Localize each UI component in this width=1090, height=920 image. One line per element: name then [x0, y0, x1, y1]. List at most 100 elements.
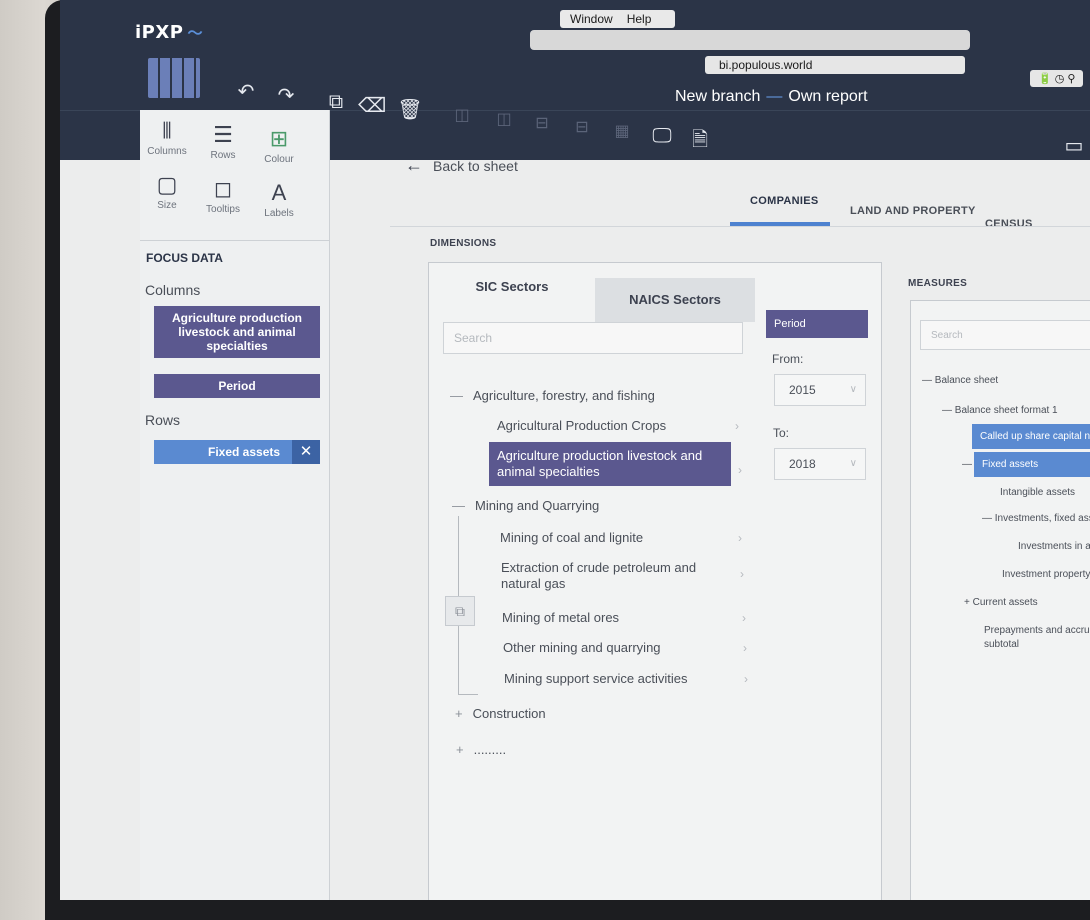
dimensions-label: DIMENSIONS — [430, 238, 497, 249]
measure-intangible-assets[interactable]: Intangible assets — [1000, 486, 1075, 499]
dimensions-search-input[interactable]: Search — [443, 322, 743, 354]
columns-section-label: Columns — [145, 282, 201, 298]
rows-section-label: Rows — [145, 412, 181, 428]
colour-icon: ⊞ — [269, 126, 289, 151]
row-chip-fixed-assets[interactable]: Fixed assets ✕ — [154, 440, 320, 464]
to-year-select[interactable]: 2018 ∨ — [774, 448, 866, 480]
tree-item-coal[interactable]: Mining of coal and lignite › — [500, 530, 750, 546]
tab-naics-sectors[interactable]: NAICS Sectors — [595, 278, 755, 322]
app-logo[interactable]: iPXP 〜 — [135, 22, 203, 43]
size-icon: ▢ — [156, 172, 178, 197]
menu-window[interactable]: Window — [570, 12, 613, 26]
chevron-right-icon: › — [743, 641, 747, 655]
from-label: From: — [772, 352, 804, 366]
tooltips-icon: ◻ — [213, 176, 233, 201]
tree-item-livestock-selected[interactable]: Agriculture production livestock and ani… — [489, 442, 731, 486]
measure-investments-fixed[interactable]: — Investments, fixed assets — [982, 512, 1090, 525]
undo-icon[interactable]: ↶ — [232, 78, 260, 106]
grid-app-icon[interactable] — [148, 58, 200, 98]
tab-census[interactable]: CENSUS — [985, 218, 1033, 230]
collapse-icon[interactable]: — — [982, 513, 992, 524]
collapse-icon[interactable]: — — [922, 375, 932, 386]
address-bar[interactable]: bi.populous.world — [705, 56, 965, 74]
period-button[interactable]: Period — [766, 310, 868, 338]
chevron-down-icon: ∨ — [849, 384, 857, 395]
collapse-icon[interactable]: — — [962, 458, 972, 471]
tree-item-agriculture[interactable]: — Agriculture, forestry, and fishing — [450, 388, 655, 404]
from-year-select[interactable]: 2015 ∨ — [774, 374, 866, 406]
columns-icon: ⦀ — [162, 118, 172, 143]
duplicate-icon[interactable]: ⧉ — [445, 596, 475, 626]
tree-item-other-mining[interactable]: Other mining and quarrying › — [503, 640, 753, 656]
chevron-right-icon: › — [738, 531, 742, 545]
eraser-icon[interactable]: ⌫ — [358, 92, 386, 120]
tree-item-mining-support[interactable]: Mining support service activities › — [504, 671, 754, 687]
collapse-icon[interactable]: — — [450, 388, 463, 403]
measure-subtotal[interactable]: subtotal — [984, 638, 1019, 651]
measures-label: MEASURES — [908, 278, 968, 289]
layout-top-icon[interactable]: ⊟ — [528, 110, 556, 138]
tab-land-and-property[interactable]: LAND AND PROPERTY — [850, 205, 976, 217]
measure-investments-associates[interactable]: Investments in associates and joint — [1018, 540, 1090, 553]
column-chip-period[interactable]: Period — [154, 374, 320, 398]
layout-bottom-icon[interactable]: ⊟ — [568, 114, 596, 142]
measure-fixed-assets-selected[interactable]: Fixed assets — [974, 452, 1090, 477]
tree-item-mining[interactable]: — Mining and Quarrying — [452, 498, 599, 514]
focus-data-heading: FOCUS DATA — [140, 240, 330, 265]
folder-icon[interactable]: ▭ — [1060, 132, 1088, 160]
rows-icon: ☰ — [213, 122, 233, 147]
tree-item-crops[interactable]: Agricultural Production Crops › — [497, 418, 747, 434]
delete-icon[interactable]: 🗑 — [396, 96, 424, 124]
back-to-sheet-link[interactable]: ← Back to sheet — [405, 155, 518, 176]
expand-icon[interactable]: + — [456, 742, 464, 757]
tree-item-metal-ores[interactable]: Mining of metal ores › — [502, 610, 752, 626]
measure-current-assets[interactable]: + Current assets — [964, 596, 1038, 609]
browser-tab-strip — [530, 30, 970, 50]
tree-item-construction[interactable]: + Construction — [455, 706, 546, 722]
expand-icon[interactable]: + — [455, 706, 463, 721]
measure-investment-property[interactable]: Investment property — [1002, 568, 1090, 581]
remove-chip-icon[interactable]: ✕ — [292, 440, 320, 464]
menu-help[interactable]: Help — [627, 12, 652, 26]
arrow-left-icon: ← — [405, 155, 423, 175]
tree-connector — [458, 694, 478, 695]
document-settings-icon[interactable]: 🗎 — [686, 126, 714, 154]
title-dash: — — [766, 88, 783, 105]
sparkline-icon: 〜 — [187, 24, 203, 42]
labels-icon: A — [271, 180, 287, 205]
collapse-icon[interactable]: — — [942, 405, 952, 416]
redo-icon[interactable]: ↷ — [272, 82, 300, 110]
tab-companies[interactable]: COMPANIES — [750, 195, 819, 207]
layout-left-icon[interactable]: ◫ — [448, 102, 476, 130]
presentation-icon[interactable]: 🖵 — [648, 122, 676, 150]
layout-grid-icon[interactable]: ▦ — [608, 118, 636, 146]
columns-tool[interactable]: ⦀ Columns — [142, 118, 192, 157]
tab-sic-sectors[interactable]: SIC Sectors — [429, 265, 595, 309]
collapse-icon[interactable]: — — [452, 498, 465, 513]
tree-item-petroleum[interactable]: Extraction of crude petroleum and natura… — [501, 560, 727, 592]
measure-balance-sheet[interactable]: — Balance sheet — [922, 374, 998, 387]
tooltips-tool[interactable]: ◻ Tooltips — [198, 176, 248, 215]
column-chip-agriculture[interactable]: Agriculture production livestock and ani… — [154, 306, 320, 358]
rows-tool[interactable]: ☰ Rows — [198, 122, 248, 161]
labels-tool[interactable]: A Labels — [254, 180, 304, 219]
measure-prepayments[interactable]: Prepayments and accrued income, not expr — [984, 624, 1090, 637]
chevron-right-icon: › — [735, 419, 739, 433]
to-label: To: — [773, 426, 790, 440]
chevron-down-icon: ∨ — [849, 458, 857, 469]
report-title: New branch — Own report — [675, 88, 868, 105]
mac-menu-bar: Window Help — [560, 10, 676, 28]
colour-tool[interactable]: ⊞ Colour — [254, 126, 304, 165]
measures-search-input[interactable]: Search — [920, 320, 1090, 350]
layout-center-icon[interactable]: ◫ — [490, 106, 518, 134]
measure-balance-format[interactable]: — Balance sheet format 1 — [942, 404, 1058, 417]
tree-item-more[interactable]: +......... — [456, 742, 506, 758]
size-tool[interactable]: ▢ Size — [142, 172, 192, 211]
active-tab-indicator — [730, 222, 830, 226]
system-status-icons: 🔋 ◷ ⚲ — [1030, 70, 1084, 87]
chevron-right-icon: › — [742, 611, 746, 625]
left-panel — [140, 110, 330, 900]
measure-called-up-share-capital[interactable]: Called up share capital not paid, not ex… — [972, 424, 1090, 449]
tab-divider — [390, 226, 1090, 227]
expand-icon[interactable]: + — [964, 597, 970, 608]
